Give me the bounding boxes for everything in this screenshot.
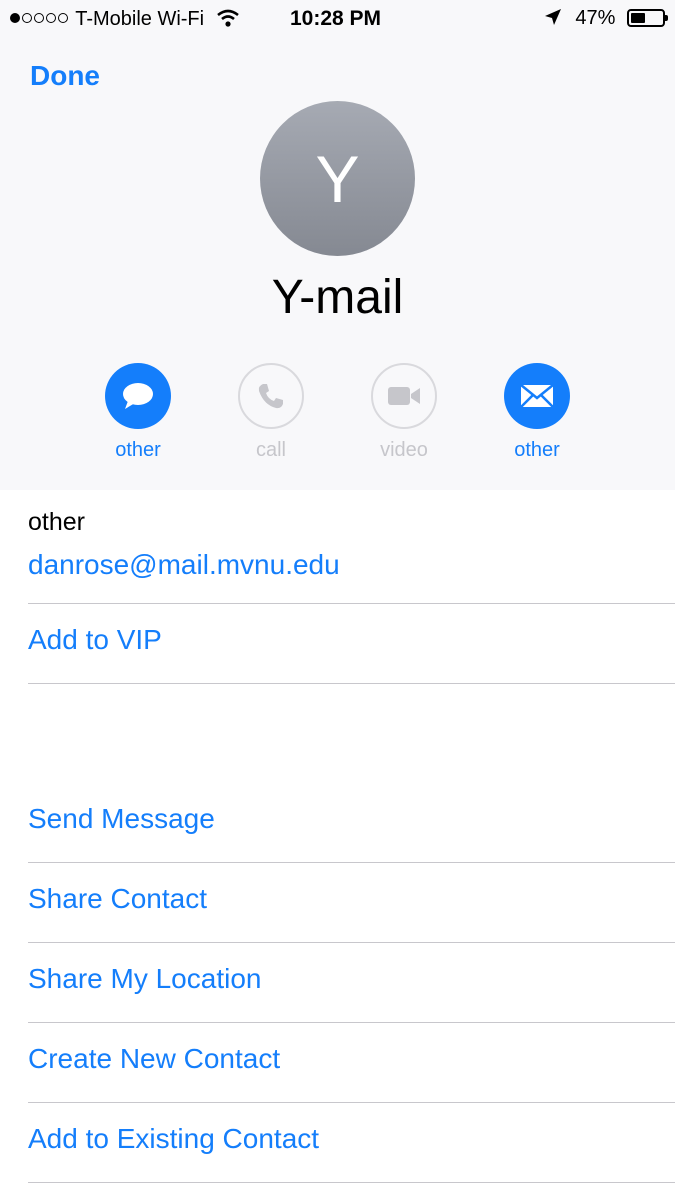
call-action: call — [221, 363, 321, 462]
contact-name: Y-mail — [271, 271, 404, 324]
video-icon — [388, 387, 420, 405]
avatar-initial: Y — [315, 141, 360, 216]
message-icon — [123, 383, 153, 409]
contact-header: T-Mobile Wi-Fi 10:28 PM 47% Done Y Y-mai… — [0, 0, 675, 490]
mail-icon — [520, 384, 554, 408]
divider — [28, 1022, 675, 1023]
avatar: Y — [260, 101, 415, 256]
signal-strength-icon — [10, 8, 70, 30]
divider — [28, 1102, 675, 1103]
add-to-existing-contact-button[interactable]: Add to Existing Contact — [28, 1123, 675, 1155]
divider — [28, 603, 675, 604]
mail-action[interactable]: other — [487, 363, 587, 462]
video-action: video — [354, 363, 454, 462]
mail-button[interactable] — [504, 363, 570, 429]
message-action[interactable]: other — [88, 363, 188, 462]
location-arrow-icon — [544, 9, 561, 25]
divider — [28, 862, 675, 863]
divider — [28, 942, 675, 943]
video-action-label: video — [380, 439, 428, 461]
divider — [28, 683, 675, 684]
send-message-button[interactable]: Send Message — [28, 803, 675, 835]
email-type-label: other — [28, 508, 85, 536]
add-to-vip-button[interactable]: Add to VIP — [28, 624, 675, 656]
message-action-label: other — [115, 439, 161, 461]
done-button[interactable]: Done — [30, 60, 100, 92]
wifi-icon — [216, 9, 239, 27]
share-my-location-button[interactable]: Share My Location — [28, 963, 675, 995]
status-bar: T-Mobile Wi-Fi 10:28 PM 47% — [0, 0, 675, 38]
create-new-contact-button[interactable]: Create New Contact — [28, 1043, 675, 1075]
battery-icon — [627, 9, 668, 27]
call-button — [238, 363, 304, 429]
battery-percent: 47% — [575, 7, 616, 29]
divider — [28, 1182, 675, 1183]
email-address-link[interactable]: danrose@mail.mvnu.edu — [28, 549, 675, 581]
video-button — [371, 363, 437, 429]
phone-icon — [258, 384, 283, 409]
clock: 10:28 PM — [290, 7, 382, 30]
mail-action-label: other — [514, 439, 560, 461]
message-button[interactable] — [105, 363, 171, 429]
call-action-label: call — [255, 439, 286, 461]
share-contact-button[interactable]: Share Contact — [28, 883, 675, 915]
carrier-name: T-Mobile Wi-Fi — [75, 8, 205, 30]
